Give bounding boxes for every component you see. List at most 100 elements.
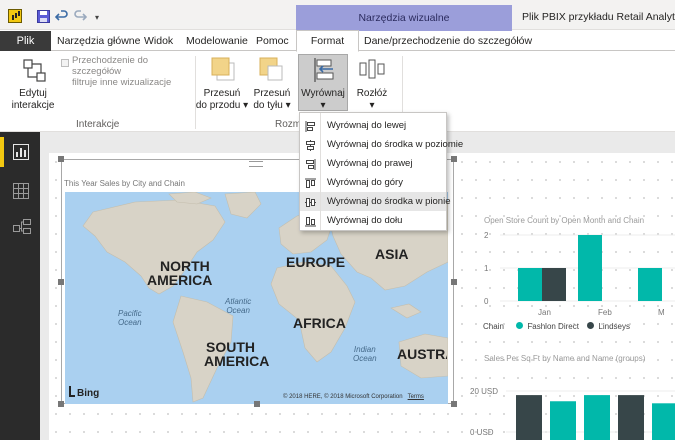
- ocean-label-indian-2: Ocean: [353, 354, 377, 363]
- chart2-bar[interactable]: [584, 395, 610, 440]
- chart1-legend-title: Chain: [483, 322, 504, 331]
- model-view-icon[interactable]: [13, 219, 31, 235]
- menu-item-align-left[interactable]: Wyrównaj do lewej: [300, 116, 446, 135]
- ocean-label-indian-1: Indian: [353, 345, 376, 354]
- resize-handle-left[interactable]: [58, 279, 64, 285]
- chart1-title: Open Store Count by Open Month and Chain: [484, 216, 645, 225]
- tab-home[interactable]: Narzędzia główne: [57, 31, 140, 51]
- chart1-ytick-label: 1: [484, 264, 489, 273]
- ocean-label-pacific: Pacific Ocean: [118, 309, 142, 327]
- align-bottom-icon: [305, 215, 316, 227]
- report-view-icon[interactable]: [13, 144, 29, 160]
- legend-dot-fashion-direct: [516, 322, 524, 329]
- chart1-xtick-label: Feb: [598, 308, 612, 317]
- send-backward-icon[interactable]: [259, 57, 283, 81]
- edit-interactions-label-2: interakcje: [11, 100, 55, 111]
- bring-forward-icon[interactable]: [211, 57, 235, 81]
- chart2-bar[interactable]: [652, 403, 675, 440]
- undo-icon[interactable]: [54, 10, 69, 24]
- power-bi-logo-icon: [8, 9, 22, 23]
- drill-filter-label-1: Przechodzenie do szczegółów: [72, 55, 149, 77]
- map-label-asia: ASIA: [375, 246, 409, 262]
- chart1-visual[interactable]: 2 1 0 Jan Feb M: [470, 226, 675, 336]
- tab-modeling[interactable]: Modelowanie: [186, 31, 248, 51]
- edit-interactions-label-1: Edytuj: [19, 88, 47, 99]
- map-label-south-america: AMERICA: [204, 353, 270, 369]
- tab-data-drill[interactable]: Dane/przechodzenie do szczegółów: [364, 31, 532, 51]
- ocean-label-pacific-2: Ocean: [118, 318, 142, 327]
- menu-item-align-center-horizontal[interactable]: Wyrównaj do środka w poziomie: [300, 135, 463, 154]
- chart2-bar[interactable]: [516, 395, 542, 440]
- send-backward-label-1: Przesuń: [253, 88, 291, 99]
- align-left-icon: [305, 120, 316, 132]
- view-sidebar: [0, 132, 40, 440]
- tab-format[interactable]: Format: [296, 30, 359, 52]
- sidebar-active-indicator: [0, 137, 4, 167]
- save-icon[interactable]: [36, 10, 50, 24]
- legend-lindseys: Lindseys: [598, 322, 630, 331]
- ocean-label-pacific-1: Pacific: [118, 309, 142, 318]
- visual-drag-handle[interactable]: [249, 161, 263, 167]
- distribute-button[interactable]: Rozłóż ▾: [350, 88, 394, 112]
- menu-item-align-right[interactable]: Wyrównaj do prawej: [300, 154, 446, 173]
- bring-forward-button[interactable]: Przesuń do przodu ▾: [194, 88, 250, 112]
- map-label-europe: EUROPE: [286, 254, 346, 270]
- menu-item-label: Wyrównaj do środka w pionie: [327, 196, 451, 207]
- tab-file[interactable]: Plik: [0, 31, 51, 51]
- chart1-bar[interactable]: [638, 268, 662, 301]
- drill-filter-label-2: filtruje inne wizualizacje: [72, 77, 172, 88]
- map-visual-title: This Year Sales by City and Chain: [64, 179, 185, 188]
- ocean-label-atlantic-2: Ocean: [226, 306, 250, 315]
- bring-forward-label-1: Przesuń: [203, 88, 241, 99]
- menu-item-label: Wyrównaj do prawej: [327, 158, 413, 169]
- chart1-bar[interactable]: [542, 268, 566, 301]
- chart1-ytick-label: 2: [484, 231, 489, 240]
- resize-handle-top-right[interactable]: [451, 156, 457, 162]
- data-view-icon[interactable]: [13, 183, 29, 199]
- chart2-bar[interactable]: [618, 395, 644, 440]
- align-right-icon: [305, 158, 316, 170]
- tab-view[interactable]: Widok: [144, 31, 173, 51]
- menu-item-align-middle-vertical[interactable]: Wyrównaj do środka w pionie: [300, 192, 450, 211]
- chart2-svg: 20 USD 0 USD: [470, 387, 675, 440]
- send-backward-label-2: do tyłu ▾: [253, 100, 291, 111]
- map-copyright-text: © 2018 HERE, © 2018 Microsoft Corporatio…: [283, 394, 403, 400]
- tab-help[interactable]: Pomoc: [256, 31, 289, 51]
- legend-dot-lindseys: [587, 322, 595, 329]
- ocean-label-atlantic: Atlantic Ocean: [225, 297, 251, 315]
- map-terms-link[interactable]: Terms: [408, 394, 424, 400]
- bing-logo: Bing: [69, 386, 99, 399]
- chart1-bar[interactable]: [518, 268, 542, 301]
- bing-logo-text: Bing: [77, 388, 100, 399]
- drill-filter-checkbox[interactable]: [61, 59, 69, 67]
- resize-handle-bottom-right[interactable]: [451, 401, 457, 407]
- align-icon: [311, 57, 337, 83]
- chart2-visual[interactable]: 20 USD 0 USD: [470, 378, 675, 440]
- align-dropdown-arrow: ▾: [320, 100, 326, 111]
- chart1-ytick-label: 0: [484, 297, 489, 306]
- send-backward-button[interactable]: Przesuń do tyłu ▾: [249, 88, 295, 112]
- menu-item-align-top[interactable]: Wyrównaj do góry: [300, 173, 446, 192]
- distribute-icon[interactable]: [359, 58, 385, 80]
- resize-handle-right[interactable]: [451, 279, 457, 285]
- menu-item-label: Wyrównaj do środka w poziomie: [327, 139, 464, 150]
- menu-icon-separator: [320, 113, 321, 230]
- bring-forward-label-2: do przodu ▾: [195, 100, 249, 111]
- resize-handle-bottom[interactable]: [254, 401, 260, 407]
- redo-icon[interactable]: [73, 10, 88, 24]
- map-label-america: AMERICA: [147, 272, 213, 288]
- distribute-dropdown-arrow: ▾: [369, 100, 375, 111]
- chart2-ytick-label: 0 USD: [470, 428, 494, 437]
- align-center-horizontal-icon: [305, 139, 316, 151]
- resize-handle-bottom-left[interactable]: [58, 401, 64, 407]
- group-label-arrange: Rozm: [275, 119, 302, 130]
- edit-interactions-icon[interactable]: [22, 58, 48, 84]
- menu-item-label: Wyrównaj do góry: [327, 177, 403, 188]
- chart1-bar[interactable]: [578, 235, 602, 301]
- chart2-bar[interactable]: [550, 401, 576, 440]
- customize-toolbar-icon[interactable]: ▾: [90, 11, 104, 25]
- resize-handle-top-left[interactable]: [58, 156, 64, 162]
- menu-item-align-bottom[interactable]: Wyrównaj do dołu: [300, 211, 446, 230]
- menu-item-label: Wyrównaj do dołu: [327, 215, 403, 226]
- edit-interactions-button[interactable]: Edytuj interakcje: [6, 88, 60, 112]
